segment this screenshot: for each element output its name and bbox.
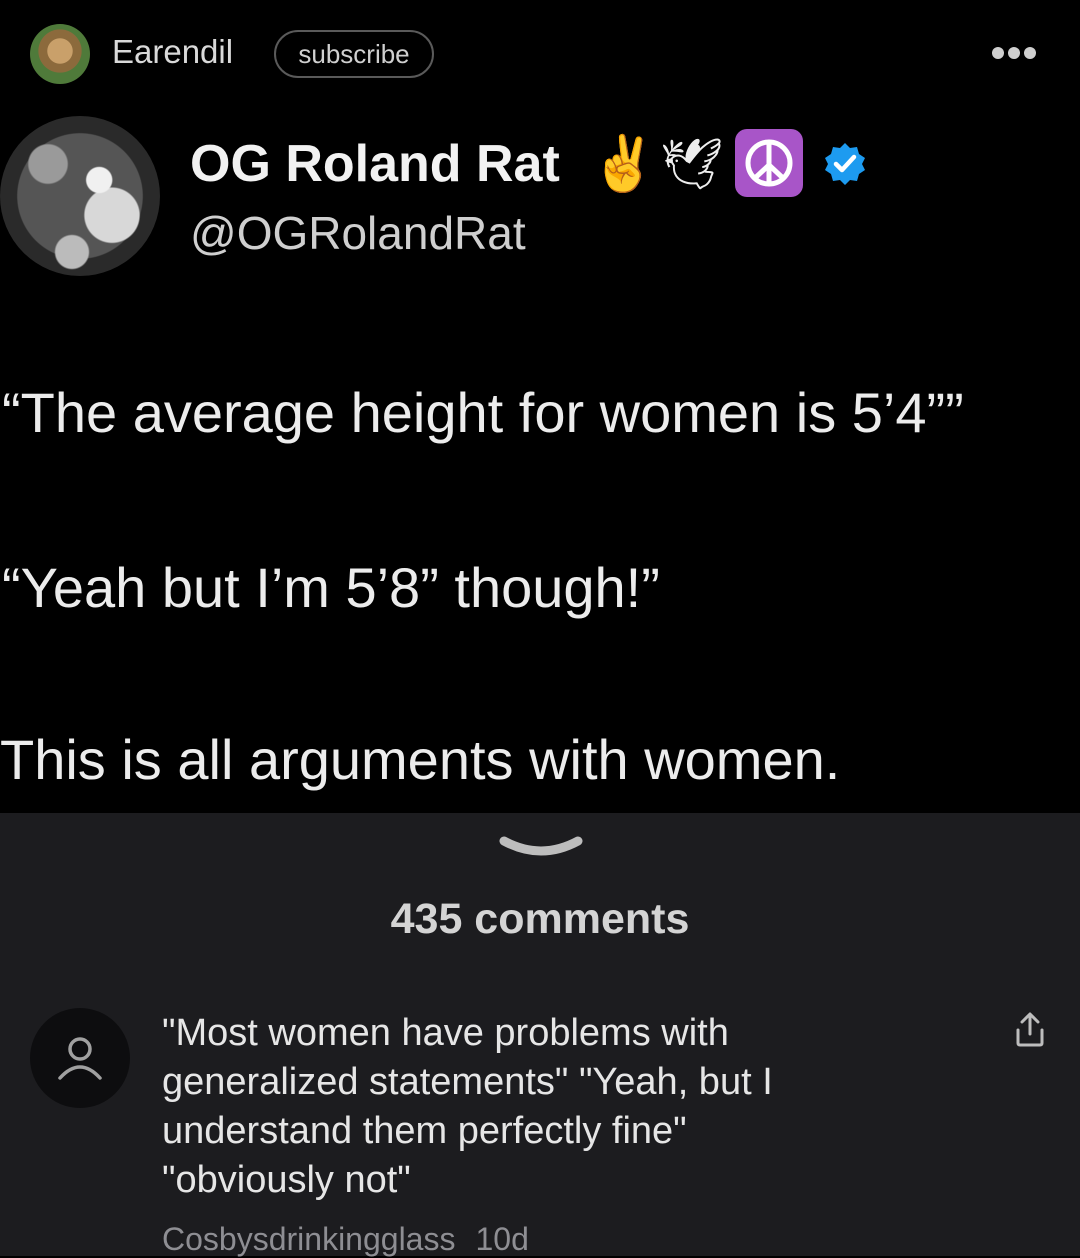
comment-text-line: "obviously not" (162, 1159, 411, 1201)
username[interactable]: Earendil (112, 33, 233, 71)
comment-author[interactable]: Cosbysdrinkingglass (162, 1221, 455, 1257)
tweet-handle: @OGRolandRat (190, 207, 526, 259)
user-avatar[interactable] (30, 24, 90, 84)
comment-age: 10d (475, 1221, 529, 1257)
subscribe-button[interactable]: subscribe (274, 30, 434, 78)
tweet-text-line: “Yeah but I’m 5’8” though!” (2, 556, 660, 619)
user-icon (58, 1037, 102, 1080)
comment-text-line: "Most women have problems with (162, 1012, 729, 1054)
dove-emoji: 🕊 (660, 136, 724, 192)
share-icon[interactable] (1010, 1010, 1050, 1050)
more-options-icon[interactable] (992, 44, 1036, 62)
tweet-image[interactable]: OG Roland Rat ✌️ 🕊 @OGRolandRat “The ave… (0, 110, 1080, 813)
chevron-down-icon[interactable] (498, 833, 584, 863)
verified-badge-icon (822, 141, 868, 187)
post-header: Earendil subscribe (0, 0, 1080, 110)
comments-section: 435 comments "Most women have problems w… (0, 813, 1080, 1258)
comment-count: 435 comments (390, 895, 690, 943)
comment-body: "Most women have problems with generaliz… (162, 1009, 922, 1205)
comment-meta: Cosbysdrinkingglass 10d (162, 1221, 529, 1258)
tweet-text-line: This is all arguments with women. (0, 728, 841, 791)
tweet-text-line: “The average height for women is 5’4”” (2, 381, 964, 444)
comment-avatar[interactable] (30, 1008, 130, 1108)
tweet-author-avatar (0, 116, 160, 276)
comment-text-line: understand them perfectly fine" (162, 1110, 687, 1152)
comment-text-line: generalized statements" "Yeah, but I (162, 1061, 773, 1103)
peace-symbol-icon (735, 129, 803, 197)
victory-hand-emoji: ✌️ (590, 134, 658, 194)
tweet-display-name: OG Roland Rat (190, 135, 560, 193)
